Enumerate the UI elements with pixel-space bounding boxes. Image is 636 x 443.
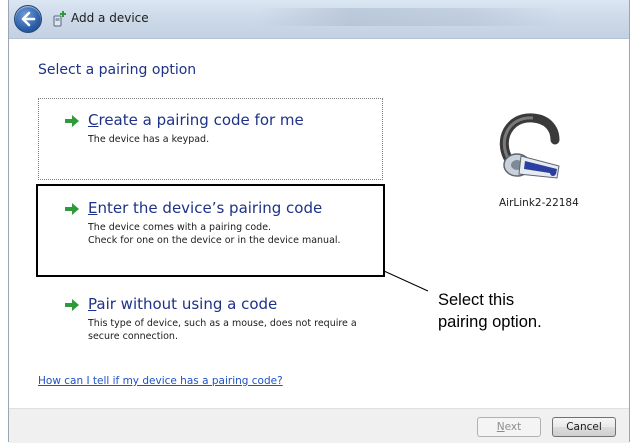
window-title: Add a device [71,11,149,25]
add-device-window: Add a device Select a pairing option Cre… [8,0,630,443]
highlight-annotation-box [36,184,385,277]
device-name-label: AirLink2-22184 [499,197,579,209]
title-bar-background-blur [259,8,559,26]
add-device-icon [53,11,66,27]
option-title: Create a pairing code for me [88,111,304,129]
callout-leader-line [383,270,429,292]
bluetooth-headset-icon [499,113,560,179]
pairing-code-help-link[interactable]: How can I tell if my device has a pairin… [38,375,283,387]
green-arrow-icon [65,115,79,127]
cancel-button[interactable]: Cancel [552,417,616,437]
option-pair-without-code[interactable]: Pair without using a code This type of d… [64,295,384,347]
option-description: This type of device, such as a mouse, do… [88,318,357,342]
option-description: The device has a keypad. [88,134,210,145]
option-create-pairing-code[interactable]: Create a pairing code for me The device … [64,111,374,151]
title-bar: Add a device [9,0,629,39]
green-arrow-icon [65,299,79,311]
page-heading: Select a pairing option [38,62,197,78]
back-arrow-icon [21,11,36,27]
back-button[interactable] [14,5,42,33]
next-button[interactable]: Next [477,417,541,437]
callout-annotation: Select this pairing option. [438,291,542,331]
option-title: Pair without using a code [88,295,278,313]
button-footer: Next Cancel [9,408,629,443]
